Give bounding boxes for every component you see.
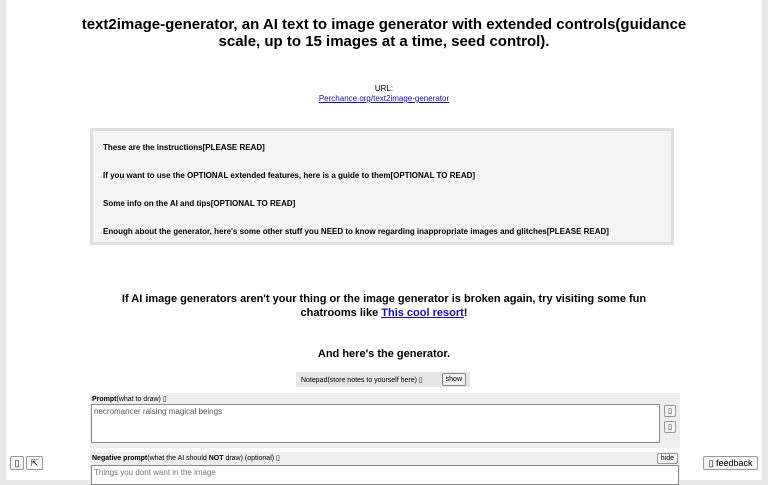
- negative-prompt-hide-button[interactable]: hide: [656, 453, 678, 464]
- negative-prompt-input[interactable]: [91, 465, 679, 485]
- url-label: URL:: [374, 84, 394, 93]
- resort-link[interactable]: This cool resort: [381, 307, 464, 319]
- generator-heading: And here's the generator.: [317, 348, 451, 360]
- details-extended-features[interactable]: If you want to use the OPTIONAL extended…: [103, 171, 475, 180]
- scroll-bottom-icon[interactable]: ▯: [10, 456, 24, 470]
- page-title: text2image-generator, an AI text to imag…: [81, 16, 687, 50]
- prompt-option-icon[interactable]: ▯: [664, 405, 676, 417]
- promo-suffix: !: [463, 307, 468, 319]
- notepad-bar: Notepad(store notes to yourself here) ▯ …: [296, 372, 470, 387]
- prompt-option-icon-2[interactable]: ▯: [664, 421, 676, 433]
- scroll-top-icon[interactable]: ⇱: [26, 456, 43, 470]
- negative-prompt-label: Negative prompt(what the AI should NOT d…: [92, 455, 280, 462]
- details-ai-info[interactable]: Some info on the AI and tips[OPTIONAL TO…: [103, 199, 295, 208]
- url-link[interactable]: Perchance.org/text2image-generator: [6, 94, 762, 103]
- notepad-label: Notepad(store notes to yourself here) ▯: [301, 376, 423, 384]
- prompt-label: Prompt(what to draw) ▯: [92, 396, 167, 403]
- details-instructions[interactable]: These are the instructions[PLEASE READ]: [103, 143, 265, 152]
- prompt-section: Prompt(what to draw) ▯ necromancer raisi…: [90, 393, 680, 448]
- page-content: text2image-generator, an AI text to imag…: [6, 0, 762, 485]
- details-inappropriate-glitches[interactable]: Enough about the generator, here's some …: [103, 227, 609, 236]
- notepad-show-button[interactable]: show: [441, 373, 466, 386]
- chatroom-promo: If AI image generators aren't your thing…: [96, 292, 672, 320]
- prompt-input[interactable]: necromancer raising magical beings: [91, 404, 660, 443]
- feedback-button[interactable]: ▯ feedback: [703, 456, 758, 470]
- negative-prompt-section: Negative prompt(what the AI should NOT d…: [90, 452, 680, 485]
- info-details-box: These are the instructions[PLEASE READ] …: [90, 128, 674, 245]
